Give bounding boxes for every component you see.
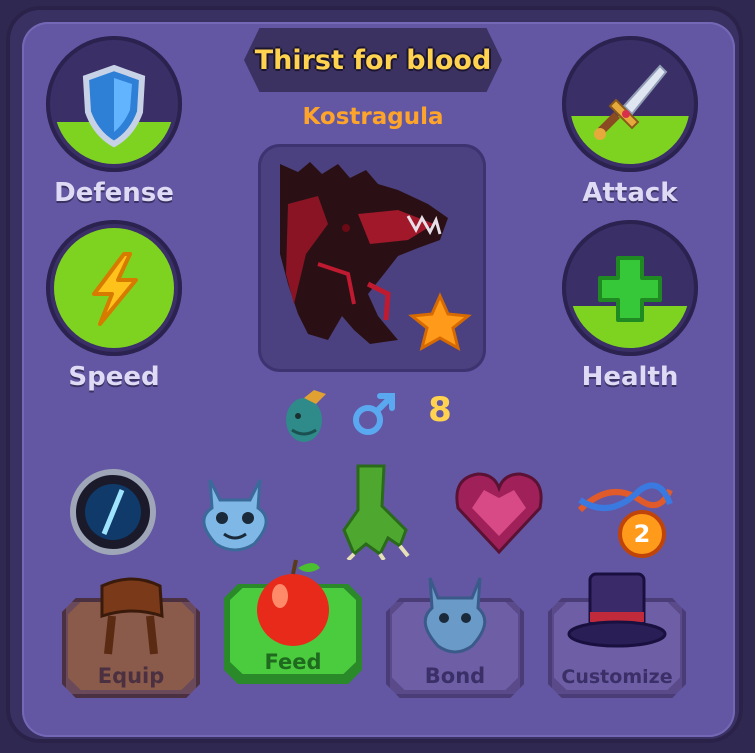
dragon-face-icon: [423, 577, 487, 654]
claw-icon: [342, 464, 410, 562]
bond-button[interactable]: Bond: [386, 577, 524, 698]
shield-icon: [82, 64, 146, 148]
health-cross-icon: [598, 256, 662, 322]
customize-label: Customize: [561, 666, 673, 688]
dna-badge-count: 2: [633, 520, 651, 548]
lightning-icon: [92, 252, 138, 326]
dna-icon: [577, 482, 673, 558]
equip-label: Equip: [97, 664, 165, 688]
dragon-face-slot[interactable]: [180, 464, 290, 564]
customize-button[interactable]: Customize: [548, 572, 686, 698]
title-plate: Thirst for blood: [244, 28, 502, 92]
attack-label: Attack: [582, 178, 678, 208]
ability-orb-slot[interactable]: [60, 464, 170, 564]
creature-name: Kostragula: [302, 104, 444, 130]
ability-title: Thirst for blood: [254, 44, 492, 76]
feed-label: Feed: [264, 650, 322, 674]
apple-icon: [257, 559, 329, 646]
attack-stat[interactable]: [562, 36, 698, 172]
dragon-egg-icon: [286, 390, 326, 442]
sword-icon: [594, 64, 668, 140]
defense-stat[interactable]: [46, 36, 182, 172]
heart-gem-icon: [455, 472, 543, 555]
creature-info: 8: [270, 380, 480, 450]
heart-gem-slot[interactable]: [444, 464, 554, 564]
dragon-portrait-icon: [280, 162, 472, 351]
top-hat-icon: [567, 572, 667, 648]
bond-label: Bond: [424, 664, 486, 688]
health-label: Health: [581, 362, 679, 392]
defense-label: Defense: [54, 178, 174, 208]
saddle-icon: [100, 577, 164, 655]
speed-stat[interactable]: [46, 220, 182, 356]
dragon-face-icon: [202, 479, 268, 552]
claw-slot[interactable]: [318, 460, 428, 562]
dna-slot[interactable]: 2: [570, 470, 680, 570]
male-gender-icon: [353, 393, 395, 435]
equip-button[interactable]: Equip: [62, 577, 200, 698]
feed-button[interactable]: Feed: [224, 559, 362, 684]
creature-portrait[interactable]: [258, 144, 486, 372]
ability-orb-icon: [70, 469, 156, 555]
speed-label: Speed: [68, 362, 160, 392]
creature-level: 8: [428, 390, 452, 430]
health-stat[interactable]: [562, 220, 698, 356]
